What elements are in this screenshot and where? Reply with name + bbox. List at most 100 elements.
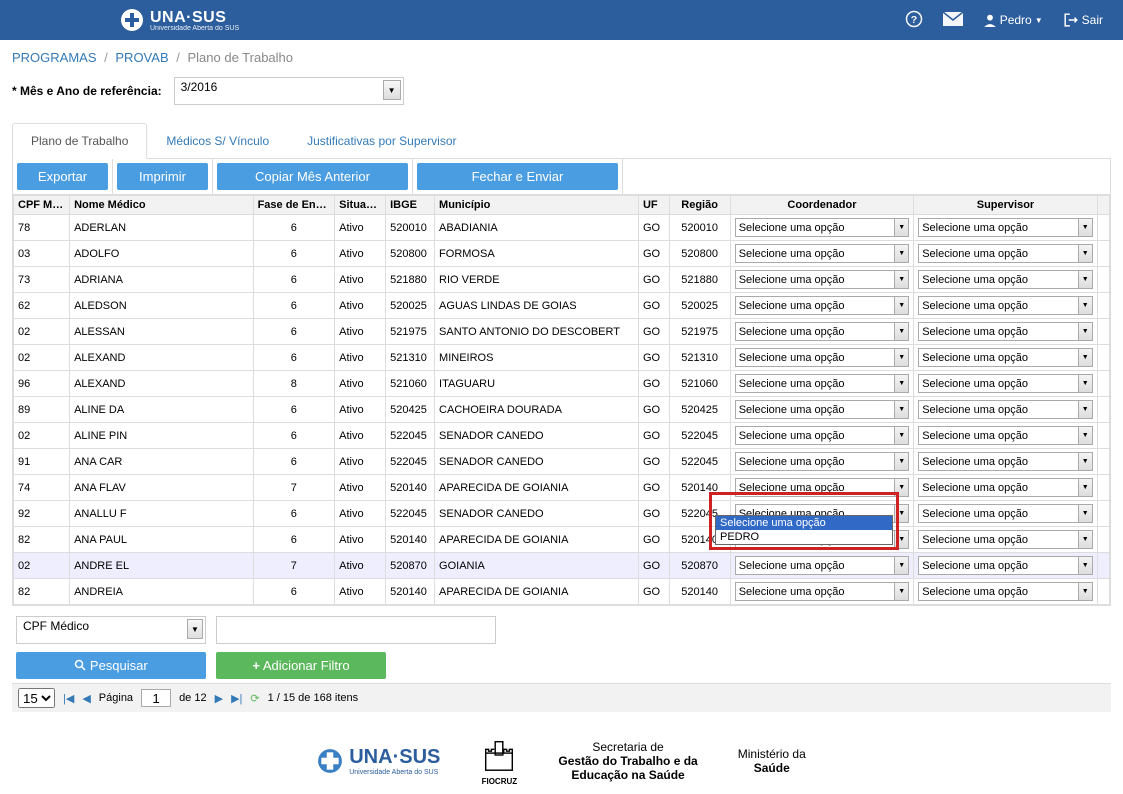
select-option[interactable]: Selecione uma opção▼ [918,296,1093,315]
select-option[interactable]: Selecione uma opção▼ [735,348,910,367]
tab-justificativas[interactable]: Justificativas por Supervisor [288,123,475,158]
page-label: Página [99,692,133,704]
select-option[interactable]: Selecione uma opção▼ [918,478,1093,497]
select-option[interactable]: Selecione uma opção▼ [918,452,1093,471]
user-icon [983,13,997,27]
table-row[interactable]: 02ANDRE EL7Ativo520870GOIANIAGO520870Sel… [14,553,1110,579]
select-option[interactable]: Selecione uma opção▼ [735,400,910,419]
select-option[interactable]: Selecione uma opção▼ [735,426,910,445]
col-reg[interactable]: Região [669,196,730,215]
table-row[interactable]: 02ALINE PIN6Ativo522045SENADOR CANEDOGO5… [14,423,1110,449]
select-option[interactable]: Selecione uma opção▼ [918,504,1093,523]
table-row[interactable]: 73ADRIANA6Ativo521880RIO VERDEGO521880Se… [14,267,1110,293]
ref-month-select[interactable]: 3/2016 ▼ [174,77,404,105]
copiar-button[interactable]: Copiar Mês Anterior [217,163,408,190]
select-option[interactable]: Selecione uma opção▼ [735,374,910,393]
mail-icon[interactable] [943,12,963,29]
help-icon[interactable]: ? [905,10,923,31]
fechar-button[interactable]: Fechar e Enviar [417,163,618,190]
select-option[interactable]: Selecione uma opção▼ [735,582,910,601]
plus-icon [120,8,144,32]
select-option[interactable]: Selecione uma opção▼ [918,348,1093,367]
table-row[interactable]: 82ANDREIA6Ativo520140APARECIDA DE GOIANI… [14,579,1110,605]
select-option[interactable]: Selecione uma opção▼ [918,530,1093,549]
table-row[interactable]: 02ALEXAND6Ativo521310MINEIROSGO521310Sel… [14,345,1110,371]
select-option[interactable]: Selecione uma opção▼ [918,244,1093,263]
select-option[interactable]: Selecione uma opção▼ [735,296,910,315]
table-row[interactable]: 89ALINE DA6Ativo520425CACHOEIRA DOURADAG… [14,397,1110,423]
svg-text:?: ? [910,13,916,25]
table-row[interactable]: 62ALEDSON6Ativo520025AGUAS LINDAS DE GOI… [14,293,1110,319]
logout-link[interactable]: Sair [1063,13,1103,27]
col-coord[interactable]: Coordenador [730,196,914,215]
chevron-down-icon: ▼ [187,619,203,639]
adicionar-filtro-button[interactable]: + Adicionar Filtro [216,652,386,679]
logout-label: Sair [1082,13,1103,27]
castle-icon [480,736,518,774]
select-option[interactable]: Selecione uma opção▼ [735,218,910,237]
select-option[interactable]: Selecione uma opção▼ [918,322,1093,341]
page-of: de 12 [179,692,207,704]
table-row[interactable]: 74ANA FLAV7Ativo520140APARECIDA DE GOIAN… [14,475,1110,501]
items-count: 1 / 15 de 168 itens [268,692,359,704]
chevron-down-icon: ▼ [383,80,401,100]
tab-plano[interactable]: Plano de Trabalho [12,123,147,159]
prev-page-button[interactable]: ◀ [82,692,90,705]
select-option[interactable]: Selecione uma opção▼ [735,322,910,341]
table-row[interactable]: 96ALEXAND8Ativo521060ITAGUARUGO521060Sel… [14,371,1110,397]
pesquisar-button[interactable]: Pesquisar [16,652,206,679]
data-grid: CPF Médico Nome Médico Fase de Entrada S… [13,195,1110,605]
select-option[interactable]: Selecione uma opção▼ [918,270,1093,289]
select-option[interactable]: Selecione uma opção▼ [735,478,910,497]
table-row[interactable]: 91ANA CAR6Ativo522045SENADOR CANEDOGO522… [14,449,1110,475]
table-row[interactable]: 02ALESSAN6Ativo521975SANTO ANTONIO DO DE… [14,319,1110,345]
filter-bar: CPF Médico ▼ [12,606,1111,648]
user-menu[interactable]: Pedro▼ [983,13,1043,27]
tab-medicos[interactable]: Médicos S/ Vínculo [147,123,288,158]
imprimir-button[interactable]: Imprimir [117,163,208,190]
col-nome[interactable]: Nome Médico [70,196,254,215]
filter-value-input[interactable] [216,616,496,644]
select-option[interactable]: Selecione uma opção▼ [918,426,1093,445]
crumb-programas[interactable]: PROGRAMAS [12,50,97,65]
header-row: CPF Médico Nome Médico Fase de Entrada S… [14,196,1110,215]
page-input[interactable] [141,689,171,707]
table-row[interactable]: 03ADOLFO6Ativo520800FORMOSAGO520800Selec… [14,241,1110,267]
topbar: UNA·SUS Universidade Aberta do SUS ? Ped… [0,0,1123,40]
footer-unasus-logo: UNA·SUS Universidade Aberta do SUS [317,746,440,776]
exportar-button[interactable]: Exportar [17,163,108,190]
select-option[interactable]: Selecione uma opção▼ [735,556,910,575]
footer-ministerio: Ministério da Saúde [738,747,806,775]
col-mun[interactable]: Município [435,196,639,215]
table-row[interactable]: 78ADERLAN6Ativo520010ABADIANIAGO520010Se… [14,215,1110,241]
coord-dropdown-list[interactable]: Selecione uma opção PEDRO [715,515,893,545]
first-page-button[interactable]: |◀ [63,692,74,705]
dd-option-default[interactable]: Selecione uma opção [716,516,892,530]
page-size-select[interactable]: 15 [18,688,55,708]
select-option[interactable]: Selecione uma opção▼ [735,244,910,263]
col-ibge[interactable]: IBGE [386,196,435,215]
select-option[interactable]: Selecione uma opção▼ [918,556,1093,575]
col-cpf[interactable]: CPF Médico [14,196,70,215]
table-row[interactable]: 92ANALLU F6Ativo522045SENADOR CANEDOGO52… [14,501,1110,527]
pesquisar-label: Pesquisar [90,658,148,673]
logout-icon [1063,13,1079,27]
col-sit[interactable]: Situação [335,196,386,215]
select-option[interactable]: Selecione uma opção▼ [918,374,1093,393]
refresh-icon[interactable]: ⟳ [250,692,259,705]
toolbar: Exportar Imprimir Copiar Mês Anterior Fe… [12,159,1111,195]
table-row[interactable]: 82ANA PAUL6Ativo520140APARECIDA DE GOIAN… [14,527,1110,553]
select-option[interactable]: Selecione uma opção▼ [918,582,1093,601]
next-page-button[interactable]: ▶ [215,692,223,705]
col-fase[interactable]: Fase de Entrada [253,196,335,215]
col-uf[interactable]: UF [638,196,669,215]
select-option[interactable]: Selecione uma opção▼ [918,400,1093,419]
col-sup[interactable]: Supervisor [914,196,1098,215]
last-page-button[interactable]: ▶| [231,692,242,705]
crumb-provab[interactable]: PROVAB [115,50,168,65]
dd-option-pedro[interactable]: PEDRO [716,530,892,544]
select-option[interactable]: Selecione uma opção▼ [918,218,1093,237]
select-option[interactable]: Selecione uma opção▼ [735,452,910,471]
filter-field-select[interactable]: CPF Médico ▼ [16,616,206,644]
select-option[interactable]: Selecione uma opção▼ [735,270,910,289]
